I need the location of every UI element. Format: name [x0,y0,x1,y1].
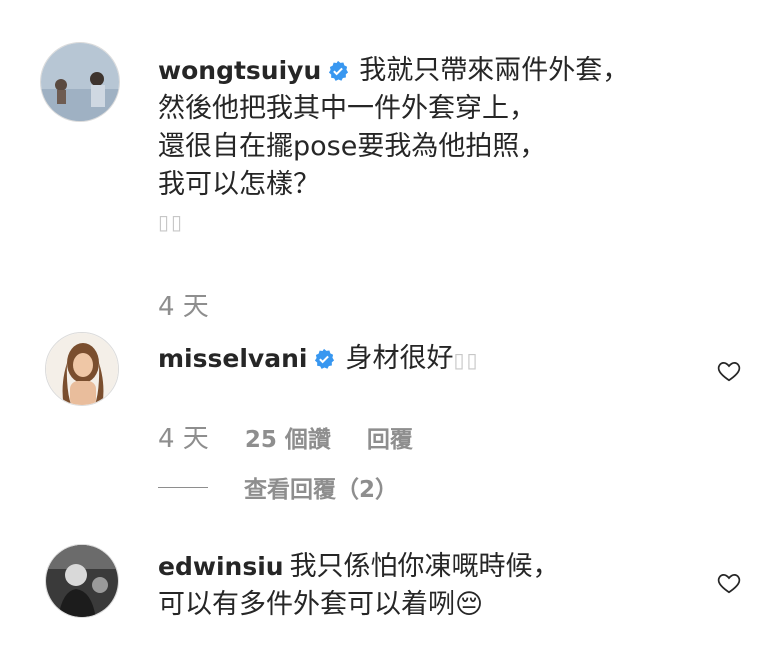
username[interactable]: wongtsuiyu [158,56,321,85]
comment-time[interactable]: 4 天 [158,418,209,455]
reply-button[interactable]: 回覆 [367,420,413,454]
verified-badge-icon [315,348,335,369]
comment-edwinsiu: edwinsiu 我只係怕你凍嘅時候， 可以有多件外套可以着咧😔 [40,544,742,644]
verified-badge-icon [329,60,349,81]
comment-time[interactable]: 4 天 [158,286,209,323]
view-replies-button[interactable]: 查看回覆（2） [158,470,398,504]
unsupported-glyph: ▯▯ [453,348,480,372]
avatar-wongtsuiyu[interactable] [40,42,120,122]
username[interactable]: misselvani [158,344,307,373]
comment-body: edwinsiu 我只係怕你凍嘅時候， 可以有多件外套可以着咧😔 [158,548,742,624]
comment-misselvani: misselvani 身材很好▯▯ 4 天 25 個讚 回覆 查看回覆（2） [40,332,742,503]
comment-wongtsuiyu: wongtsuiyu 我就只帶來兩件外套， 然後他把我其中一件外套穿上， 還很自在… [40,42,742,322]
likes-count[interactable]: 25 個讚 [245,420,331,454]
comment-meta: 4 天 [158,286,209,323]
view-replies-label: 查看回覆（2） [244,477,399,503]
comment-body: misselvani 身材很好▯▯ 4 天 25 個讚 回覆 查看回覆（2） [158,340,742,503]
avatar-edwinsiu[interactable] [45,544,119,618]
comment-meta: 4 天 25 個讚 回覆 [158,418,413,455]
comment-content: 身材很好 [345,343,454,374]
username[interactable]: edwinsiu [158,552,284,581]
comment-body: wongtsuiyu 我就只帶來兩件外套， 然後他把我其中一件外套穿上， 還很自在… [158,52,742,322]
heart-icon[interactable] [716,570,742,596]
divider-line [158,486,208,488]
avatar-misselvani[interactable] [45,332,119,406]
comment-text: misselvani 身材很好▯▯ [158,340,742,379]
comment-text: wongtsuiyu 我就只帶來兩件外套， 然後他把我其中一件外套穿上， 還很自在… [158,52,742,204]
unsupported-glyph: ▯▯ [158,210,185,234]
heart-icon[interactable] [716,358,742,384]
comment-text: edwinsiu 我只係怕你凍嘅時候， 可以有多件外套可以着咧😔 [158,548,742,624]
